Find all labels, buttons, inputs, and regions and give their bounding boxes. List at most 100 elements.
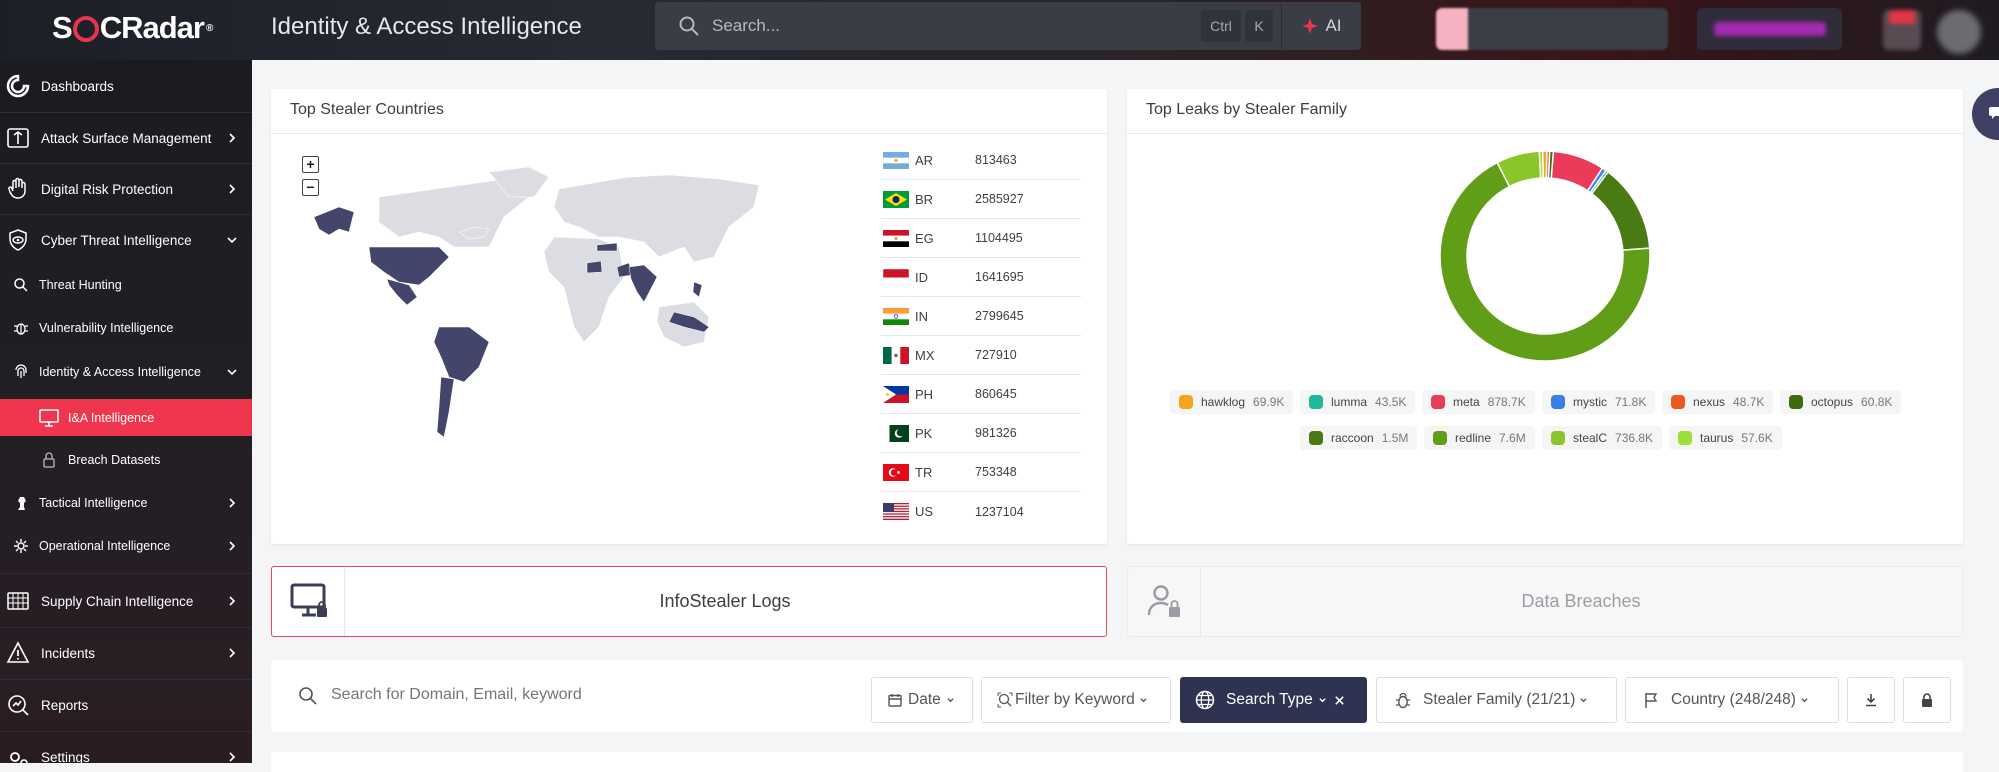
stealer-family-filter-button[interactable]: Stealer Family (21/21) [1376,677,1617,723]
tab-label: Data Breaches [1521,591,1641,611]
legend-item-raccoon[interactable]: raccoon 1.5M [1300,426,1418,450]
sidebar-item-vulnerability[interactable]: Vulnerability Intelligence [0,312,252,344]
top-leaks-by-family-card: Top Leaks by Stealer Family hawklog 69.9K… [1127,89,1963,544]
sidebar-item-incidents[interactable]: Incidents [0,631,252,675]
sidebar-item-dashboards[interactable]: Dashboards [0,66,252,106]
chevron-right-icon [229,648,236,658]
sidebar-item-attack-surface[interactable]: Attack Surface Management [0,117,252,159]
country-code: EG [915,230,934,246]
table-row[interactable]: TR 753348 [881,453,1081,492]
legend-item-octopus[interactable]: octopus 60.8K [1780,390,1902,414]
sidebar-item-settings[interactable]: Settings [0,735,252,763]
sidebar-item-breach-datasets[interactable]: Breach Datasets [0,443,252,477]
dashboard-icon [5,73,31,99]
close-icon[interactable] [1334,695,1345,706]
legend-label: redline [1455,431,1492,445]
country-table: AR 813463 BR 2585927 EG 1104495 ID 16416… [881,141,1081,531]
sidebar-item-label: Incidents [41,645,96,661]
table-row[interactable]: AR 813463 [881,141,1081,180]
tab-infostealer-logs[interactable]: InfoStealer Logs [271,566,1107,637]
country-value: 813463 [975,153,1017,167]
sidebar-item-identity-access[interactable]: Identity & Access Intelligence [0,356,252,388]
stealer-family-donut-chart[interactable] [1435,146,1655,366]
legend-swatch [1789,395,1803,409]
turkey-flag-icon [883,463,909,481]
sidebar-item-ia-intelligence[interactable]: I&A Intelligence [0,399,252,436]
country-code: IN [915,308,928,324]
ai-label: AI [1325,16,1342,35]
legend-item-mystic[interactable]: mystic 71.8K [1542,390,1656,414]
sidebar-item-reports[interactable]: Reports [0,683,252,727]
tab-data-breaches[interactable]: Data Breaches [1127,566,1963,637]
map-br [433,326,490,383]
date-filter-button[interactable]: Date [871,677,973,723]
legend-label: hawklog [1201,395,1246,409]
sidebar-item-cyber-threat[interactable]: Cyber Threat Intelligence [0,219,252,261]
map-ph [692,281,703,298]
country-value: 981326 [975,426,1017,440]
sidebar-item-tactical[interactable]: Tactical Intelligence [0,487,252,519]
legend-item-stealC[interactable]: stealC 736.8K [1542,426,1663,450]
sidebar-item-supply-chain[interactable]: Supply Chain Intelligence [0,579,252,623]
legend-item-meta[interactable]: meta 878.7K [1422,390,1535,414]
legend-label: raccoon [1331,431,1374,445]
chevron-right-icon [229,752,236,762]
sidebar-item-operational[interactable]: Operational Intelligence [0,530,252,562]
legend-label: stealC [1573,431,1608,445]
lock-file-icon [39,451,59,469]
table-row[interactable]: BR 2585927 [881,180,1081,219]
monitor-icon [39,408,59,427]
sidebar-item-label: Attack Surface Management [41,130,212,146]
user-account-redacted[interactable] [1436,8,1668,50]
domain-search-input[interactable] [331,680,731,710]
table-row[interactable]: PH 860645 [881,375,1081,414]
sidebar-item-threat-hunting[interactable]: Threat Hunting [0,269,252,301]
table-row[interactable]: EG 1104495 [881,219,1081,258]
kbd-ctrl: Ctrl [1201,10,1241,42]
chat-icon [1989,107,1999,119]
legend-value: 43.5K [1375,395,1407,409]
calendar-icon [888,694,902,707]
table-row[interactable]: PK 981326 [881,414,1081,453]
supply-chain-icon [5,588,31,614]
legend-swatch [1433,431,1447,445]
table-row[interactable]: ID 1641695 [881,258,1081,297]
legend-item-taurus[interactable]: taurus 57.6K [1669,426,1782,450]
search-icon [299,687,317,705]
global-search[interactable]: Search... Ctrl K AI [655,2,1361,50]
legend-value: 7.6M [1499,431,1526,445]
notifications-icon[interactable] [1883,10,1921,50]
indonesia-flag-icon [883,268,909,286]
search-type-button[interactable]: Search Type [1180,677,1367,723]
top-bar: S CRadar ® Identity & Access Intelligence … [0,0,1999,60]
avatar[interactable] [1937,10,1981,54]
ai-button[interactable]: AI [1281,3,1361,49]
download-button[interactable] [1847,677,1895,723]
map-us-alaska [313,206,355,236]
legend-swatch [1551,431,1565,445]
legend-item-nexus[interactable]: nexus 48.7K [1662,390,1774,414]
legend-item-hawklog[interactable]: hawklog 69.9K [1170,390,1294,414]
donut-slice-raccoon[interactable] [1590,170,1651,251]
legend-item-redline[interactable]: redline 7.6M [1424,426,1535,450]
company-selector-redacted[interactable] [1697,8,1842,50]
country-filter-button[interactable]: Country (248/248) [1625,677,1839,723]
world-map[interactable] [299,167,759,467]
sidebar-item-label: Breach Datasets [68,453,161,467]
keyword-filter-button[interactable]: Filter by Keyword [981,677,1171,723]
lock-button[interactable] [1903,677,1951,723]
stealer-family-label: Stealer Family (21/21) [1423,691,1576,708]
table-row[interactable]: IN 2799645 [881,297,1081,336]
table-row[interactable]: US 1237104 [881,492,1081,531]
date-label: Date [908,691,941,708]
country-value: 1237104 [975,504,1024,519]
sidebar-item-label: Digital Risk Protection [41,181,174,197]
legend-label: lumma [1331,395,1368,409]
country-value: 1641695 [975,270,1024,284]
table-row[interactable]: MX 727910 [881,336,1081,375]
sidebar-item-digital-risk[interactable]: Digital Risk Protection [0,168,252,210]
socradar-logo[interactable]: S CRadar ® [52,8,213,48]
search-placeholder[interactable]: Search... [712,16,1201,36]
legend-item-lumma[interactable]: lumma 43.5K [1300,390,1416,414]
tab-label: InfoStealer Logs [659,591,791,611]
